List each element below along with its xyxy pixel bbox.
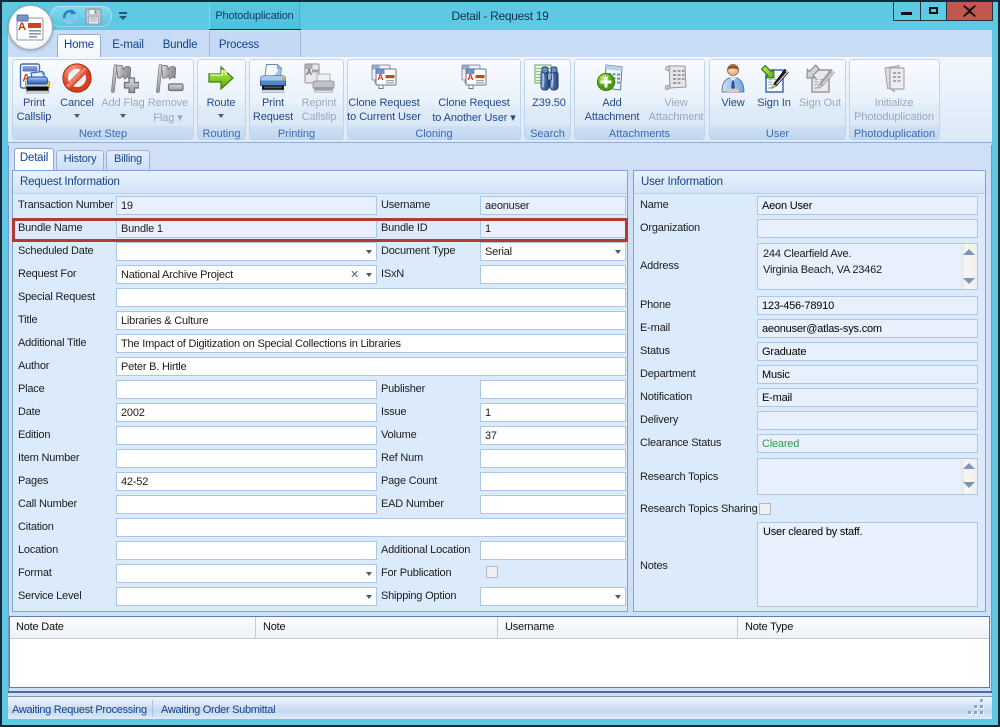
- svg-text:A: A: [18, 21, 26, 33]
- svg-text:A: A: [306, 67, 312, 77]
- svg-text:A: A: [377, 72, 383, 82]
- svg-text:A: A: [467, 72, 473, 82]
